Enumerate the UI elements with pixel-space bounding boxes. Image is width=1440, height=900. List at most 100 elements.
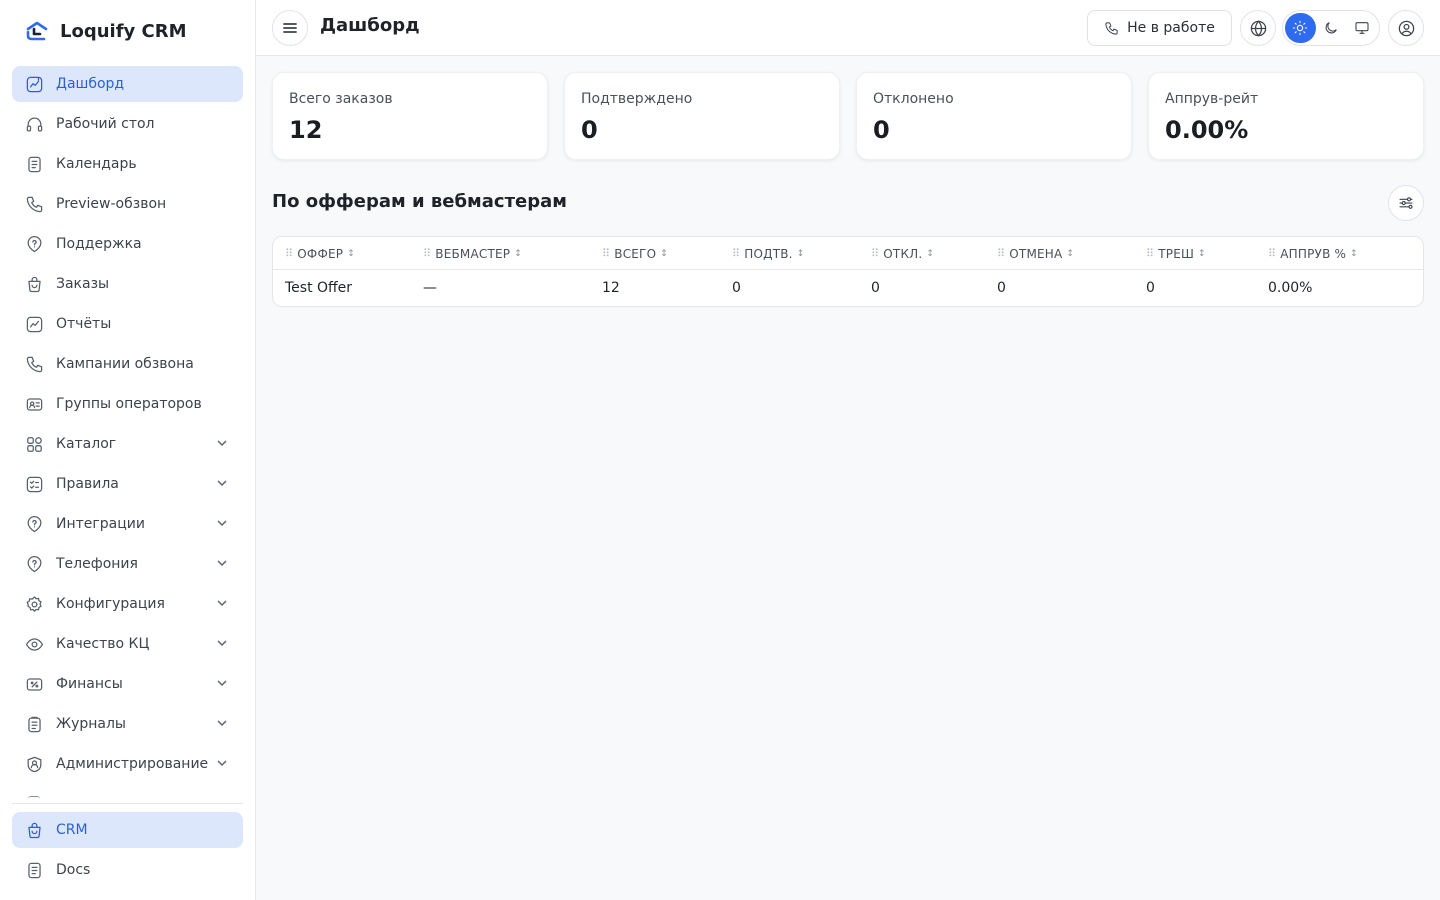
app-logo[interactable]: Loquify CRM xyxy=(24,16,187,46)
sidebar: Loquify CRM Дашборд Рабочий стол Календарь… xyxy=(0,0,256,900)
chevron-down-icon[interactable] xyxy=(215,516,231,532)
column-header[interactable]: ⠿ ОТКЛ. ↕ xyxy=(871,237,934,270)
sidebar-item-качество-кц[interactable]: Качество КЦ xyxy=(12,626,243,662)
sidebar-item-дашборд[interactable]: Дашборд xyxy=(12,66,243,102)
drag-handle-icon[interactable]: ⠿ xyxy=(871,247,879,260)
phone-icon xyxy=(24,194,44,214)
sidebar-item-правила[interactable]: Правила xyxy=(12,466,243,502)
column-header[interactable]: ⠿ ОФФЕР ↕ xyxy=(285,237,355,270)
theme-dark-button[interactable] xyxy=(1316,13,1347,43)
sidebar-item-preview-обзвон[interactable]: Preview-обзвон xyxy=(12,186,243,222)
sidebar-item-телефония[interactable]: Телефония xyxy=(12,546,243,582)
sidebar-item-label: Телефония xyxy=(56,556,138,572)
section-title: По офферам и вебмастерам xyxy=(272,191,567,212)
user-menu-button[interactable] xyxy=(1388,10,1424,46)
page-title: Дашборд xyxy=(320,15,420,36)
sidebar-item-label: Docs xyxy=(56,862,91,878)
document-icon xyxy=(24,860,44,880)
table-cell: 0 xyxy=(997,280,1006,296)
chevron-down-icon[interactable] xyxy=(215,676,231,692)
stat-card-confirmed: Подтверждено 0 xyxy=(564,72,840,160)
sidebar-item-каталог[interactable]: Каталог xyxy=(12,426,243,462)
table-cell: — xyxy=(423,280,437,296)
sidebar-item-label: Дашборд xyxy=(56,76,125,92)
chevron-down-icon[interactable] xyxy=(215,716,231,732)
document-icon xyxy=(24,154,44,174)
grid-icon xyxy=(24,434,44,454)
sidebar-item-рабочий-стол[interactable]: Рабочий стол xyxy=(12,106,243,142)
sidebar-item-интеграции[interactable]: Интеграции xyxy=(12,506,243,542)
phone-icon xyxy=(1105,21,1118,35)
drag-handle-icon[interactable]: ⠿ xyxy=(423,247,431,260)
bag-icon xyxy=(24,820,44,840)
column-header[interactable]: ⠿ ВСЕГО ↕ xyxy=(602,237,668,270)
table-settings-button[interactable] xyxy=(1388,185,1424,221)
column-header[interactable]: ⠿ АППРУВ % ↕ xyxy=(1268,237,1358,270)
sidebar-item-администрирование[interactable]: Администрирование xyxy=(12,746,243,782)
sidebar-item-label: Конфигурация xyxy=(56,596,165,612)
column-header-label: ПОДТВ. xyxy=(744,246,793,261)
monitor-icon xyxy=(1355,22,1369,34)
logo-icon xyxy=(26,21,48,41)
report-icon xyxy=(24,314,44,334)
sidebar-item-заказы[interactable]: Заказы xyxy=(12,266,243,302)
column-header-label: ТРЕШ xyxy=(1158,246,1195,261)
sun-icon xyxy=(1293,20,1308,36)
column-header[interactable]: ⠿ ОТМЕНА ↕ xyxy=(997,237,1074,270)
sort-icon: ↕ xyxy=(514,248,522,259)
column-header[interactable]: ⠿ ТРЕШ ↕ xyxy=(1146,237,1206,270)
table-cell: Test Offer xyxy=(285,280,353,296)
drag-handle-icon[interactable]: ⠿ xyxy=(732,247,740,260)
globe-icon xyxy=(1250,19,1266,37)
chevron-down-icon[interactable] xyxy=(215,476,231,492)
sort-icon: ↕ xyxy=(926,248,935,259)
sidebar-item-label: Заказы xyxy=(56,276,110,292)
work-status-button[interactable]: Не в работе xyxy=(1087,10,1232,46)
stat-value: 0.00% xyxy=(1165,116,1249,144)
sidebar-item-label: Качество КЦ xyxy=(56,636,150,652)
sidebar-item-отчёты[interactable]: Отчёты xyxy=(12,306,243,342)
theme-switcher xyxy=(1282,10,1380,46)
gear-icon xyxy=(24,594,44,614)
drag-handle-icon[interactable]: ⠿ xyxy=(602,247,610,260)
sidebar-item-docs[interactable]: Docs xyxy=(12,852,243,888)
column-header[interactable]: ⠿ ВЕБМАСТЕР ↕ xyxy=(423,237,522,270)
chevron-down-icon[interactable] xyxy=(215,756,231,772)
column-header-label: ВСЕГО xyxy=(614,246,657,261)
sort-icon: ↕ xyxy=(347,248,355,259)
chevron-down-icon[interactable] xyxy=(215,636,231,652)
drag-handle-icon[interactable]: ⠿ xyxy=(1268,247,1276,260)
theme-system-button[interactable] xyxy=(1346,13,1377,43)
sidebar-item-журналы[interactable]: Журналы xyxy=(12,706,243,742)
user-shield-icon xyxy=(24,754,44,774)
chevron-down-icon[interactable] xyxy=(215,436,231,452)
chevron-down-icon[interactable] xyxy=(215,596,231,612)
table-row[interactable]: Test Offer — 12 0 0 0 0 0.00% xyxy=(273,270,1423,306)
drag-handle-icon[interactable]: ⠿ xyxy=(997,247,1005,260)
sidebar-item-crm[interactable]: CRM xyxy=(12,812,243,848)
sidebar-item-конфигурация[interactable]: Конфигурация xyxy=(12,586,243,622)
table-cell: 0 xyxy=(732,280,741,296)
offers-table: ⠿ ОФФЕР ↕ ⠿ ВЕБМАСТЕР ↕ ⠿ ВСЕГО ↕ ⠿ ПОДТВ. ↕ ⠿ ОТКЛ. ↕… xyxy=(272,236,1424,307)
sidebar-item-поддержка[interactable]: Поддержка xyxy=(12,226,243,262)
sort-icon: ↕ xyxy=(1198,248,1206,259)
sidebar-item-финансы[interactable]: Финансы xyxy=(12,666,243,702)
drag-handle-icon[interactable]: ⠿ xyxy=(285,247,293,260)
language-button[interactable] xyxy=(1240,10,1276,46)
stat-card-approve-rate: Аппрув-рейт 0.00% xyxy=(1148,72,1424,160)
column-header[interactable]: ⠿ ПОДТВ. ↕ xyxy=(732,237,804,270)
theme-light-button[interactable] xyxy=(1285,13,1316,43)
menu-toggle-button[interactable] xyxy=(272,10,308,46)
drag-handle-icon[interactable]: ⠿ xyxy=(1146,247,1154,260)
sidebar-item-label: Администрирование xyxy=(56,756,209,772)
chevron-down-icon[interactable] xyxy=(215,556,231,572)
bag-icon xyxy=(24,274,44,294)
sidebar-item-календарь[interactable]: Календарь xyxy=(12,146,243,182)
user-circle-icon xyxy=(1398,20,1414,36)
sidebar-divider xyxy=(12,803,243,804)
sidebar-item-группы-операторов[interactable]: Группы операторов xyxy=(12,386,243,422)
sidebar-item-кампании-обзвона[interactable]: Кампании обзвона xyxy=(12,346,243,382)
support-icon xyxy=(24,234,44,254)
table-cell: 0.00% xyxy=(1268,280,1313,296)
column-header-label: ОФФЕР xyxy=(297,246,344,261)
